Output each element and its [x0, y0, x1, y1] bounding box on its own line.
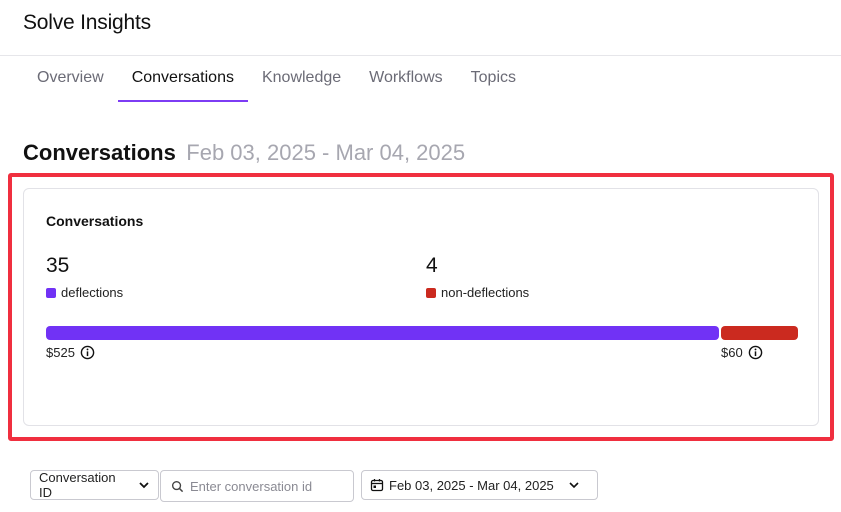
tab-overview[interactable]: Overview	[23, 56, 118, 102]
tab-bar: Overview Conversations Knowledge Workflo…	[23, 56, 530, 102]
non-deflections-stat: 4 non-deflections	[426, 253, 529, 300]
conversation-id-input[interactable]	[190, 478, 340, 494]
deflections-swatch	[46, 287, 56, 298]
page-date-range: Feb 03, 2025 - Mar 04, 2025	[186, 140, 466, 165]
chevron-down-icon	[139, 482, 149, 489]
tab-conversations[interactable]: Conversations	[117, 56, 249, 102]
conversations-card: Conversations 35 deflections 4 non-defle…	[23, 188, 819, 426]
info-icon[interactable]	[80, 345, 95, 360]
info-icon[interactable]	[748, 345, 763, 360]
tab-workflows[interactable]: Workflows	[355, 56, 457, 102]
tab-knowledge[interactable]: Knowledge	[248, 56, 355, 102]
chevron-down-icon	[569, 482, 579, 489]
date-range-value: Feb 03, 2025 - Mar 04, 2025	[389, 477, 554, 493]
search-icon	[171, 480, 184, 492]
non-deflections-count: 4	[426, 254, 438, 277]
bar-segment-deflections	[46, 326, 719, 340]
non-deflections-swatch	[426, 287, 436, 298]
non-deflections-cost-value: $60	[721, 345, 743, 360]
app-title: Solve Insights	[23, 11, 151, 34]
calendar-icon	[370, 479, 384, 492]
non-deflections-cost: $60	[721, 345, 763, 360]
deflections-cost: $525	[46, 345, 95, 360]
conversation-id-search	[160, 470, 354, 502]
page-title: Conversations	[23, 140, 176, 165]
bar-segment-non-deflections	[721, 326, 798, 340]
card-title: Conversations	[46, 213, 144, 229]
conversations-bar	[46, 326, 798, 340]
deflections-legend: deflections	[46, 285, 123, 300]
deflections-stat: 35 deflections	[46, 253, 123, 300]
deflections-count: 35	[46, 254, 70, 277]
deflections-cost-value: $525	[46, 345, 75, 360]
non-deflections-label: non-deflections	[441, 285, 530, 300]
date-range-select[interactable]: Feb 03, 2025 - Mar 04, 2025	[361, 470, 598, 500]
field-select-value: Conversation ID	[39, 470, 116, 500]
tab-topics[interactable]: Topics	[457, 56, 530, 102]
deflections-label: deflections	[61, 285, 124, 300]
field-select[interactable]: Conversation ID	[30, 470, 159, 500]
page-heading: Conversations Feb 03, 2025 - Mar 04, 202…	[23, 140, 465, 166]
non-deflections-legend: non-deflections	[426, 285, 529, 300]
